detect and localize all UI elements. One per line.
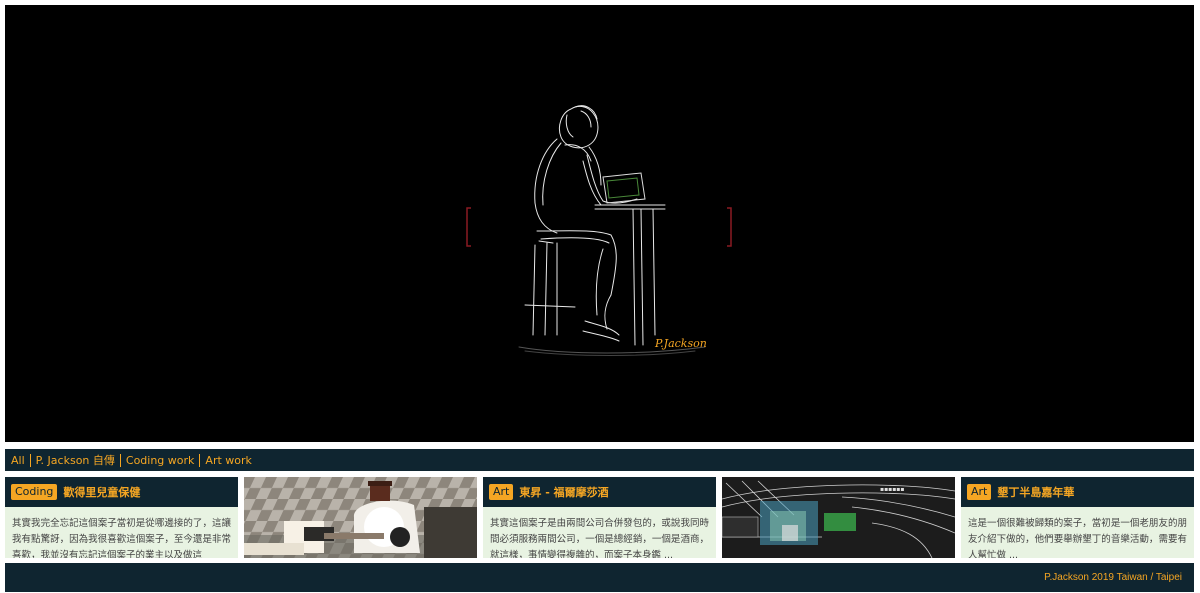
filter-all[interactable]: All (11, 453, 31, 467)
card-title[interactable]: 墾丁半島嘉年華 (997, 484, 1074, 500)
hero-signature: P.Jackson (654, 337, 707, 350)
project-cards: Coding 歡得里兒童保健 其實我完全忘記這個案子當初是從哪邊接的了，這讓我有… (5, 477, 1194, 558)
card-header: Art 墾丁半島嘉年華 (961, 477, 1194, 507)
project-card[interactable]: Art 東昇 - 福爾摩莎酒 其實這個案子是由兩間公司合併發包的，或說我同時間必… (483, 477, 716, 558)
card-title[interactable]: 東昇 - 福爾摩莎酒 (519, 484, 608, 500)
category-tag: Art (967, 484, 992, 500)
category-filter-bar: All P. Jackson 自傳 Coding work Art work (5, 449, 1194, 471)
filter-coding-work[interactable]: Coding work (121, 453, 201, 467)
filter-autobiography[interactable]: P. Jackson 自傳 (31, 453, 121, 467)
filter-art-work[interactable]: Art work (200, 454, 256, 467)
hero-banner: P.Jackson (5, 5, 1194, 442)
project-card[interactable]: Coding 歡得里兒童保健 其實我完全忘記這個案子當初是從哪邊接的了，這讓我有… (5, 477, 238, 558)
card-header: Art 東昇 - 福爾摩莎酒 (483, 477, 716, 507)
hero-sketch: P.Jackson (466, 105, 732, 356)
project-thumbnail-venue[interactable]: ▪▪▪▪▪▪ (722, 477, 955, 558)
card-excerpt: 其實這個案子是由兩間公司合併發包的，或說我同時間必須服務兩間公司，一個是總經銷，… (483, 507, 716, 558)
footer-credit: P.Jackson 2019 Taiwan / Taipei (1044, 572, 1182, 583)
project-thumbnail-train[interactable] (244, 477, 477, 558)
left-bracket (466, 207, 471, 247)
project-card[interactable]: Art 墾丁半島嘉年華 這是一個很難被歸類的案子，當初是一個老朋友的朋友介紹下做… (961, 477, 1194, 558)
category-tag: Art (489, 484, 514, 500)
right-bracket (727, 207, 732, 247)
category-tag: Coding (11, 484, 58, 500)
person-sketch (518, 105, 706, 356)
card-excerpt: 這是一個很難被歸類的案子，當初是一個老朋友的朋友介紹下做的，他們要舉辦墾丁的音樂… (961, 507, 1194, 558)
card-header: Coding 歡得里兒童保健 (5, 477, 238, 507)
venue-sign: ▪▪▪▪▪▪ (880, 486, 904, 493)
card-excerpt: 其實我完全忘記這個案子當初是從哪邊接的了，這讓我有點驚訝，因為我很喜歡這個案子，… (5, 507, 238, 558)
card-title[interactable]: 歡得里兒童保健 (63, 484, 140, 500)
site-footer: P.Jackson 2019 Taiwan / Taipei (5, 563, 1194, 592)
